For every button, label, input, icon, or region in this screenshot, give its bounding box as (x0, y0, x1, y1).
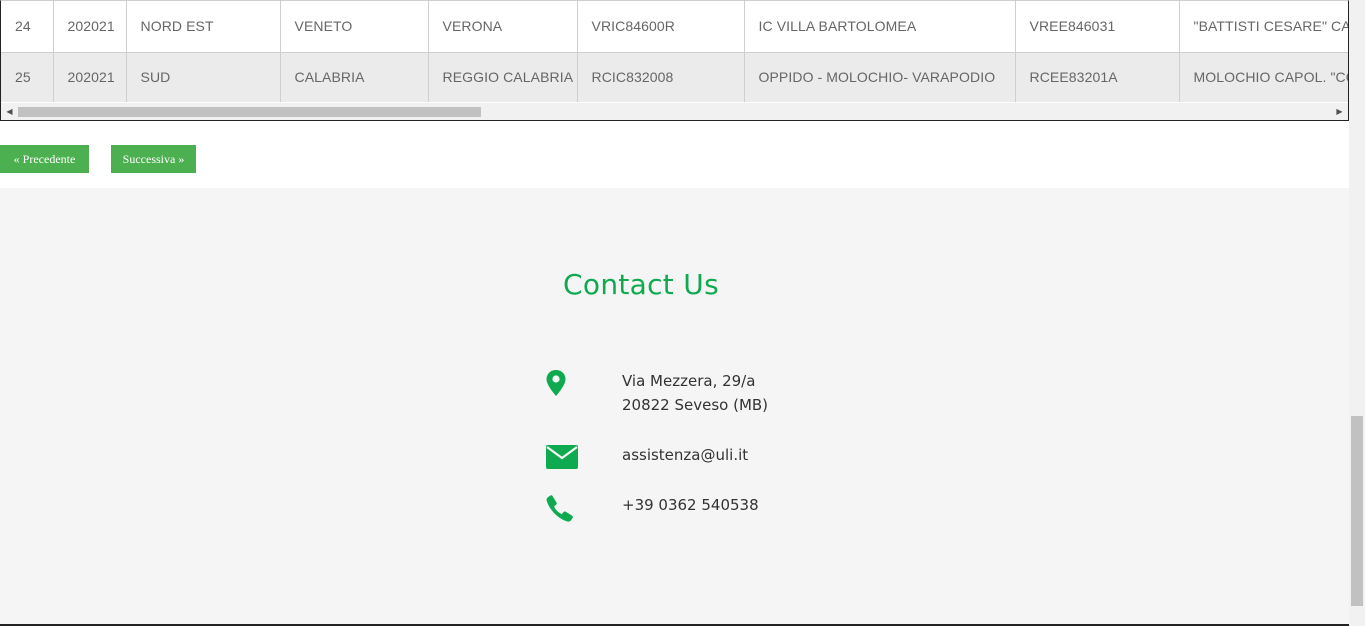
email-text[interactable]: assistenza@uli.it (622, 443, 748, 467)
cell-school-code: RCIC832008 (577, 52, 745, 102)
vertical-scrollbar[interactable] (1349, 0, 1365, 626)
cell-plesso-code: VREE846031 (1015, 1, 1180, 53)
next-page-button[interactable]: Successiva » (111, 145, 196, 173)
cell-school-code: VRIC84600R (577, 1, 745, 53)
page: 24 202021 NORD EST VENETO VERONA VRIC846… (0, 0, 1365, 626)
phone-text[interactable]: +39 0362 540538 (622, 493, 759, 517)
cell-school-name: OPPIDO - MOLOCHIO- VARAPODIO (744, 52, 1016, 102)
cell-plesso-name: MOLOCHIO CAPOL. "CO (1179, 52, 1348, 102)
map-marker-icon (545, 369, 567, 402)
results-table: 24 202021 NORD EST VENETO VERONA VRIC846… (1, 1, 1348, 102)
cell-area: SUD (126, 52, 281, 102)
phone-icon (545, 493, 575, 528)
address-line-1: Via Mezzera, 29/a (622, 372, 756, 390)
cell-school-name: IC VILLA BARTOLOMEA (744, 1, 1016, 53)
cell-year: 202021 (53, 52, 127, 102)
address-text: Via Mezzera, 29/a 20822 Seveso (MB) (622, 369, 768, 417)
contact-title: Contact Us (563, 268, 719, 301)
scroll-right-arrow-icon[interactable]: ▶ (1331, 103, 1348, 120)
previous-page-button[interactable]: « Precedente (0, 145, 89, 173)
cell-region: VENETO (280, 1, 429, 53)
horizontal-scrollbar-thumb[interactable] (18, 107, 481, 117)
cell-area: NORD EST (126, 1, 281, 53)
table-row: 25 202021 SUD CALABRIA REGGIO CALABRIA R… (1, 52, 1348, 102)
cell-region: CALABRIA (280, 52, 429, 102)
table-row: 24 202021 NORD EST VENETO VERONA VRIC846… (1, 1, 1348, 53)
address-line-2: 20822 Seveso (MB) (622, 396, 769, 414)
envelope-icon (545, 443, 579, 476)
cell-year: 202021 (53, 1, 127, 53)
scroll-left-arrow-icon[interactable]: ◀ (1, 103, 18, 120)
horizontal-scrollbar[interactable]: ◀ ▶ (1, 103, 1348, 120)
contact-footer: Contact Us Via Mezzera, 29/a 20822 Seves… (0, 188, 1349, 626)
cell-plesso-code: RCEE83201A (1015, 52, 1180, 102)
cell-id: 25 (1, 52, 54, 102)
cell-province: VERONA (428, 1, 578, 53)
vertical-scrollbar-thumb[interactable] (1351, 416, 1363, 606)
cell-plesso-name: "BATTISTI CESARE" CAST (1179, 1, 1348, 53)
cell-id: 24 (1, 1, 54, 53)
cell-province: REGGIO CALABRIA (428, 52, 578, 102)
results-table-container: 24 202021 NORD EST VENETO VERONA VRIC846… (0, 0, 1349, 121)
